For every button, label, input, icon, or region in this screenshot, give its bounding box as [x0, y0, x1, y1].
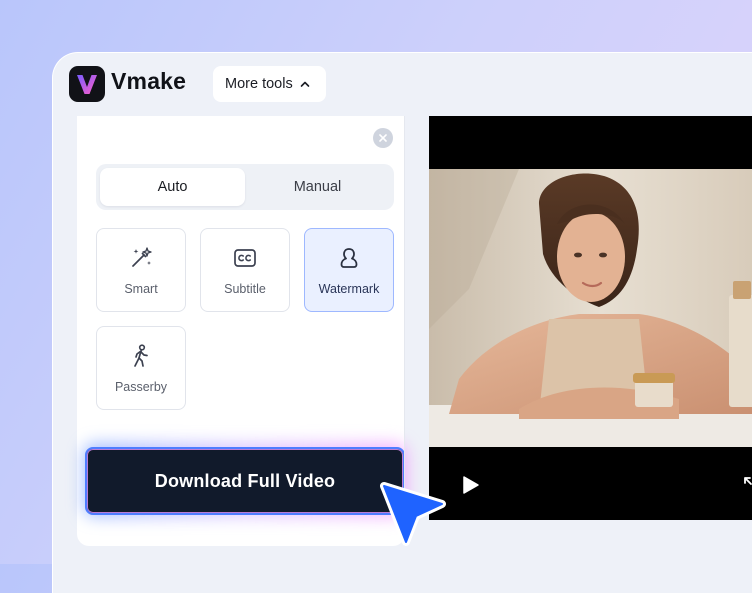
- tab-manual[interactable]: Manual: [245, 168, 390, 206]
- tab-auto[interactable]: Auto: [100, 168, 245, 206]
- tool-subtitle-label: Subtitle: [224, 282, 266, 296]
- close-icon: [379, 134, 387, 142]
- tool-subtitle[interactable]: Subtitle: [200, 228, 290, 312]
- chevron-up-icon: [300, 81, 310, 87]
- walking-person-icon: [134, 344, 148, 367]
- more-tools-button[interactable]: More tools: [213, 66, 326, 102]
- video-frame: [429, 169, 752, 447]
- vmake-logo-icon[interactable]: [69, 66, 105, 102]
- watermark-person-icon: [340, 248, 358, 268]
- more-tools-label: More tools: [225, 76, 293, 92]
- tool-passerby[interactable]: Passerby: [96, 326, 186, 410]
- video-preview-image: [429, 169, 752, 447]
- tool-passerby-label: Passerby: [114, 380, 168, 394]
- vmake-v-logo-icon: [77, 75, 97, 94]
- magic-wand-sparkle-icon: [132, 247, 152, 267]
- close-button[interactable]: [373, 128, 393, 148]
- tool-panel: Auto Manual Smart Subtitle Watermark Pas…: [77, 116, 407, 546]
- closed-caption-icon: [234, 249, 256, 267]
- tool-watermark[interactable]: Watermark: [304, 228, 394, 312]
- pointer-cursor-icon: [380, 482, 446, 546]
- brand-name: Vmake: [111, 68, 187, 94]
- video-player[interactable]: [429, 116, 752, 520]
- download-full-video-button[interactable]: Download Full Video: [85, 447, 405, 515]
- mode-tabs: Auto Manual: [96, 164, 394, 210]
- tool-smart[interactable]: Smart: [96, 228, 186, 312]
- play-icon[interactable]: [459, 474, 481, 496]
- expand-icon[interactable]: [741, 474, 752, 496]
- tool-smart-label: Smart: [124, 282, 158, 296]
- tool-watermark-label: Watermark: [318, 282, 380, 296]
